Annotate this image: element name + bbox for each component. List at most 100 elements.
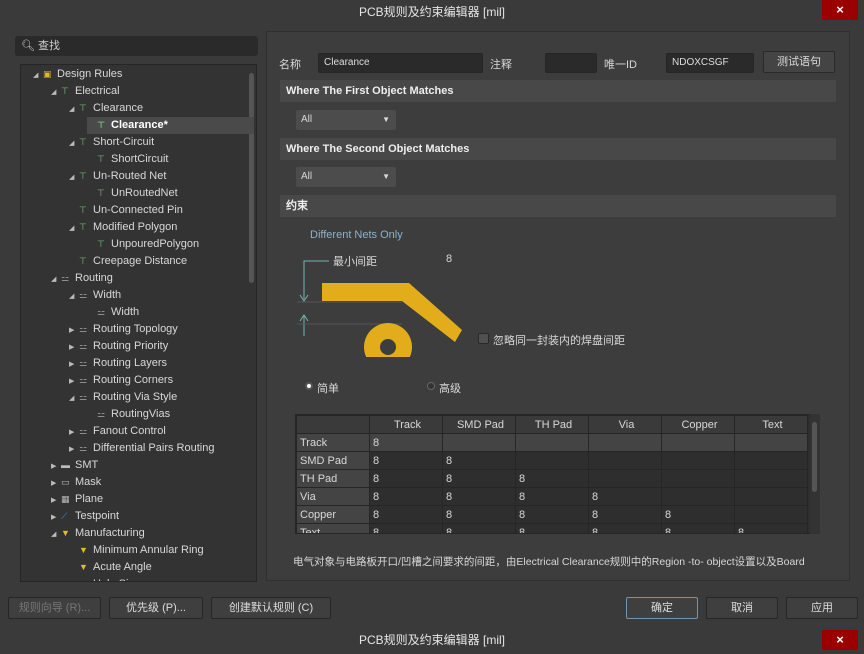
matrix-cell[interactable]: [442, 433, 516, 452]
tree-item[interactable]: ▶ ⚍ Routing Layers: [69, 355, 167, 372]
collapsed-arrow-icon[interactable]: ▶: [51, 458, 61, 475]
tree-item[interactable]: ▶ ⚍ Fanout Control: [69, 423, 166, 440]
tree-item[interactable]: ◢ ⊤ Electrical: [51, 83, 120, 100]
collapsed-arrow-icon[interactable]: ▶: [51, 509, 61, 526]
matrix-cell[interactable]: 8: [515, 469, 589, 488]
tree-item[interactable]: ◢ ▼ Manufacturing: [51, 525, 145, 542]
matrix-cell[interactable]: 8: [369, 433, 443, 452]
matrix-cell[interactable]: 8: [588, 487, 662, 506]
tree-item[interactable]: ◢ ⚍ Routing Via Style: [69, 389, 177, 406]
tree-item[interactable]: ◢ ⚍ Width: [69, 287, 121, 304]
matrix-cell[interactable]: 8: [515, 523, 589, 533]
tree-item[interactable]: ⚍ Width: [87, 304, 139, 321]
matrix-cell[interactable]: [588, 433, 662, 452]
collapsed-arrow-icon[interactable]: ▶: [69, 441, 79, 458]
tree-item[interactable]: ⊤ Un-Connected Pin: [69, 202, 183, 219]
tree-item[interactable]: ◢ ⊤ Modified Polygon: [69, 219, 177, 236]
matrix-cell[interactable]: [734, 451, 808, 470]
matrix-cell[interactable]: [588, 451, 662, 470]
ok-button[interactable]: 确定: [626, 597, 698, 619]
matrix-cell[interactable]: 8: [734, 523, 808, 533]
id-input[interactable]: NDOXCSGF: [666, 53, 754, 73]
matrix-cell[interactable]: 8: [661, 523, 735, 533]
matrix-cell[interactable]: 8: [442, 451, 516, 470]
priority-button[interactable]: 优先级 (P)...: [109, 597, 203, 619]
clearance-matrix[interactable]: Track SMD Pad TH Pad Via Copper Text Track 8 SMD…: [295, 414, 820, 534]
matrix-cell[interactable]: 8: [442, 469, 516, 488]
matrix-cell[interactable]: 8: [515, 505, 589, 524]
tree-item[interactable]: ▶ ⚍ Routing Corners: [69, 372, 173, 389]
tree-item[interactable]: ◢ ⚍ Routing: [51, 270, 113, 287]
matrix-cell[interactable]: 8: [515, 487, 589, 506]
rules-tree[interactable]: ◢ ▣ Design Rules ◢ ⊤ Electrical ◢ ⊤ Clearance ⊤ Cl…: [20, 64, 257, 582]
tree-item[interactable]: ▶ ⚍ Differential Pairs Routing: [69, 440, 214, 457]
collapsed-arrow-icon[interactable]: ▶: [69, 339, 79, 356]
matrix-cell[interactable]: 8: [661, 505, 735, 524]
matrix-cell[interactable]: 8: [369, 469, 443, 488]
tree-item[interactable]: ⊤ UnpouredPolygon: [87, 236, 199, 253]
matrix-cell[interactable]: [661, 487, 735, 506]
collapsed-arrow-icon[interactable]: ▶: [69, 356, 79, 373]
matrix-cell[interactable]: [515, 451, 589, 470]
expanded-arrow-icon[interactable]: ◢: [69, 390, 79, 407]
tree-item[interactable]: ◢ ⊤ Short-Circuit: [69, 134, 154, 151]
second-object-dropdown[interactable]: All ▼: [296, 167, 396, 187]
tree-item[interactable]: ⊤ Creepage Distance: [69, 253, 187, 270]
matrix-cell[interactable]: [661, 433, 735, 452]
search-input[interactable]: 🔍︎ 查找: [15, 36, 258, 56]
matrix-cell[interactable]: 8: [369, 487, 443, 506]
matrix-cell[interactable]: 8: [442, 487, 516, 506]
tree-item[interactable]: ▶ ▭ Mask: [51, 474, 101, 491]
rule-wizard-button[interactable]: 规则向导 (R)...: [8, 597, 101, 619]
matrix-cell[interactable]: [515, 433, 589, 452]
tree-item[interactable]: ▶ ▬ SMT: [51, 457, 98, 474]
expanded-arrow-icon[interactable]: ◢: [69, 135, 79, 152]
tree-item[interactable]: ▶ ▦ Plane: [51, 491, 103, 508]
tree-item[interactable]: ⊤ UnRoutedNet: [87, 185, 178, 202]
tree-scrollbar[interactable]: [249, 73, 254, 283]
tree-item[interactable]: ⊤ ShortCircuit: [87, 151, 168, 168]
tree-item[interactable]: ▼Hole Size: [69, 576, 140, 581]
expanded-arrow-icon[interactable]: ◢: [69, 101, 79, 118]
expanded-arrow-icon[interactable]: ◢: [51, 84, 61, 101]
matrix-cell[interactable]: [734, 433, 808, 452]
matrix-cell[interactable]: [588, 469, 662, 488]
matrix-cell[interactable]: 8: [369, 451, 443, 470]
tree-item[interactable]: ⊤ Clearance*: [87, 117, 254, 134]
comment-input[interactable]: [545, 53, 597, 73]
tree-item[interactable]: ▼ Acute Angle: [69, 559, 152, 576]
matrix-cell[interactable]: [661, 469, 735, 488]
tree-item[interactable]: ◢ ⊤ Un-Routed Net: [69, 168, 166, 185]
matrix-cell[interactable]: [734, 469, 808, 488]
collapsed-arrow-icon[interactable]: ▶: [69, 424, 79, 441]
matrix-cell[interactable]: 8: [369, 523, 443, 533]
expanded-arrow-icon[interactable]: ◢: [69, 220, 79, 237]
simple-mode-radio[interactable]: [305, 382, 313, 390]
tree-item[interactable]: ▶ ⚍ Routing Topology: [69, 321, 178, 338]
tree-item[interactable]: ⚍ RoutingVias: [87, 406, 170, 423]
matrix-scrollbar[interactable]: [810, 414, 820, 534]
matrix-cell[interactable]: 8: [442, 523, 516, 533]
collapsed-arrow-icon[interactable]: ▶: [51, 492, 61, 509]
matrix-cell[interactable]: [734, 505, 808, 524]
expanded-arrow-icon[interactable]: ◢: [69, 169, 79, 186]
matrix-cell[interactable]: [734, 487, 808, 506]
footer-close-button[interactable]: ×: [822, 630, 858, 650]
matrix-cell[interactable]: [661, 451, 735, 470]
tree-item[interactable]: ◢ ▣ Design Rules: [33, 66, 122, 83]
create-default-rules-button[interactable]: 创建默认规则 (C): [211, 597, 331, 619]
tree-item[interactable]: ▼ Minimum Annular Ring: [69, 542, 204, 559]
matrix-cell[interactable]: 8: [588, 523, 662, 533]
tree-item[interactable]: ▶ ⚍ Routing Priority: [69, 338, 168, 355]
collapsed-arrow-icon[interactable]: ▶: [69, 322, 79, 339]
matrix-cell[interactable]: 8: [442, 505, 516, 524]
expanded-arrow-icon[interactable]: ◢: [33, 67, 43, 84]
first-object-dropdown[interactable]: All ▼: [296, 110, 396, 130]
expanded-arrow-icon[interactable]: ◢: [51, 271, 61, 288]
expanded-arrow-icon[interactable]: ◢: [51, 526, 61, 543]
apply-button[interactable]: 应用: [786, 597, 858, 619]
cancel-button[interactable]: 取消: [706, 597, 778, 619]
test-query-button[interactable]: 测试语句: [763, 51, 835, 73]
close-button[interactable]: ×: [822, 0, 858, 20]
tree-item[interactable]: ▶ ⟋ Testpoint: [51, 508, 119, 525]
